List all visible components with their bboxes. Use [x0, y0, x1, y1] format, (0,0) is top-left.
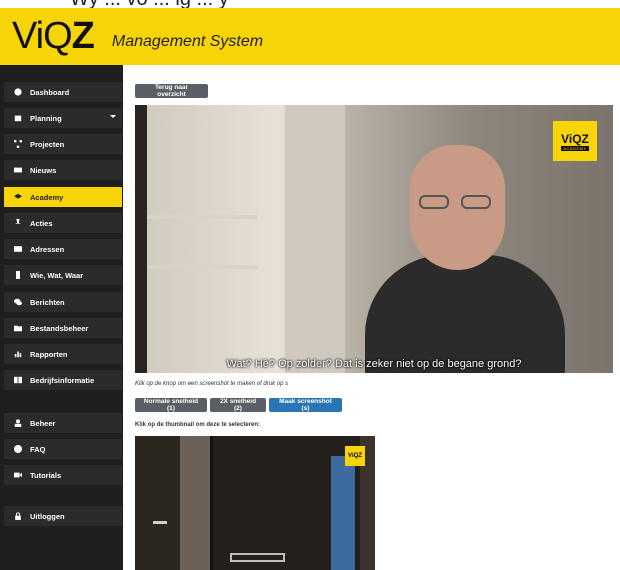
sidebar-item-acties[interactable]: Acties: [4, 213, 122, 233]
question-icon: [12, 445, 24, 453]
video-wall: [285, 105, 345, 373]
sidebar-item-label: Uitloggen: [30, 511, 65, 521]
sidebar: Dashboard Planning Projecten Nieuws Acad…: [0, 65, 123, 570]
video-person-body: [365, 255, 565, 373]
sidebar-item-label: Acties: [30, 218, 53, 228]
sidebar-item-tutorials[interactable]: Tutorials: [4, 465, 122, 485]
sidebar-item-label: Planning: [30, 113, 62, 123]
video-shelf: [147, 265, 257, 269]
sidebar-item-label: Tutorials: [30, 470, 62, 480]
take-screenshot-button[interactable]: Maak screenshot (s): [269, 398, 342, 412]
screenshot-hint: Klik op de knop om een screenshot te mak…: [135, 381, 289, 387]
lock-icon: [12, 512, 24, 520]
sidebar-item-label: Adressen: [30, 244, 65, 254]
address-card-icon: [12, 245, 24, 253]
logo-text-bold: Z: [71, 15, 95, 57]
app-title: Management System: [111, 32, 264, 50]
thumb-mail-slot: [230, 553, 285, 562]
dashboard-icon: [12, 88, 24, 96]
sidebar-item-label: Beheer: [30, 418, 56, 428]
thumbnail-hint: Klik op de thumbnail om deze te selecter…: [135, 422, 261, 428]
newspaper-icon: [12, 166, 24, 174]
screenshot-thumbnail[interactable]: ViQZ: [135, 436, 375, 570]
sitemap-icon: [12, 140, 24, 148]
sidebar-item-berichten[interactable]: Berichten: [4, 292, 122, 312]
calendar-icon: [12, 114, 24, 122]
user-icon: [12, 419, 24, 427]
thumbtack-icon: [12, 219, 24, 227]
graduation-cap-icon: [12, 193, 24, 201]
sidebar-item-wie-wat-waar[interactable]: Wie, Wat, Waar: [4, 265, 122, 285]
sidebar-item-beheer[interactable]: Beheer: [4, 413, 122, 433]
folder-icon: [12, 324, 24, 332]
sidebar-item-academy[interactable]: Academy: [4, 187, 122, 207]
sidebar-item-bedrijfsinformatie[interactable]: Bedrijfsinformatie: [4, 370, 122, 390]
back-to-overview-button[interactable]: Terug naar overzicht: [135, 84, 208, 98]
sidebar-item-label: Wie, Wat, Waar: [30, 270, 84, 280]
sidebar-item-label: Dashboard: [30, 87, 70, 97]
video-shelf: [147, 215, 257, 219]
video-person-glasses: [417, 195, 497, 209]
sidebar-item-adressen[interactable]: Adressen: [4, 239, 122, 259]
sidebar-item-dashboard[interactable]: Dashboard: [4, 82, 122, 102]
app-header: ViQ Z Management System: [0, 8, 620, 65]
caret-down-icon: [110, 115, 116, 118]
sidebar-item-nieuws[interactable]: Nieuws: [4, 160, 122, 180]
chart-icon: [12, 350, 24, 358]
sidebar-item-bestandsbeheer[interactable]: Bestandsbeheer: [4, 318, 122, 338]
sidebar-item-label: Nieuws: [30, 165, 57, 175]
sidebar-item-rapporten[interactable]: Rapporten: [4, 344, 122, 364]
video-subtitle: Wat? Hè? Op zolder? Dat is zeker niet op…: [226, 358, 522, 370]
video-doorframe: [135, 105, 147, 373]
video-brand-badge: ViQZ ACADEMY: [553, 121, 597, 161]
video-player[interactable]: ViQZ ACADEMY Wat? Hè? Op zolder? Dat is …: [135, 105, 613, 373]
sidebar-item-label: Projecten: [30, 139, 65, 149]
double-speed-button[interactable]: 2X snelheid (2): [210, 398, 266, 412]
sidebar-item-uitloggen[interactable]: Uitloggen: [4, 506, 122, 526]
top-cutoff-strip: Wy ... vo ... ig ... y: [0, 0, 620, 10]
mobile-icon: [12, 271, 24, 279]
sidebar-item-planning[interactable]: Planning: [4, 108, 122, 128]
thumb-door-handle: [153, 521, 167, 524]
sidebar-item-label: Bedrijfsinformatie: [30, 375, 95, 385]
sidebar-item-faq[interactable]: FAQ: [4, 439, 122, 459]
book-icon: [12, 376, 24, 384]
video-brand-sub: ACADEMY: [561, 145, 589, 151]
thumb-left-door: [135, 436, 180, 570]
viqz-logo[interactable]: ViQ Z: [12, 15, 95, 58]
sidebar-item-label: Berichten: [30, 297, 65, 307]
thumb-door-gap: [180, 436, 210, 570]
normal-speed-button[interactable]: Normale snelheid (1): [135, 398, 207, 412]
comments-icon: [12, 298, 24, 306]
sidebar-item-label: Bestandsbeheer: [30, 323, 89, 333]
thumb-brand-badge: ViQZ: [345, 446, 365, 466]
sidebar-item-label: Academy: [30, 192, 64, 202]
logo-text-light: ViQ: [12, 15, 73, 57]
sidebar-item-projecten[interactable]: Projecten: [4, 134, 122, 154]
video-brand-text: ViQZ: [561, 131, 589, 146]
thumb-hanging-cloth: [331, 456, 355, 570]
sidebar-item-label: FAQ: [30, 444, 46, 454]
video-icon: [12, 471, 24, 479]
sidebar-item-label: Rapporten: [30, 349, 68, 359]
